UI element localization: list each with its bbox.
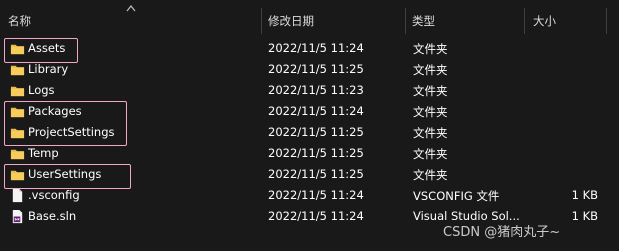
column-header-name[interactable]: 名称	[8, 13, 31, 29]
list-item[interactable]: Logs 2022/11/5 11:23 文件夹	[0, 80, 619, 101]
column-header: 名称 修改日期 类型 大小	[0, 0, 619, 34]
file-date: 2022/11/5 11:24	[268, 209, 364, 223]
file-icon	[12, 188, 23, 203]
file-name: Base.sln	[28, 209, 77, 223]
watermark: CSDN @猪肉丸子~	[443, 225, 561, 240]
file-type: 文件夹	[413, 42, 448, 56]
file-type: 文件夹	[413, 84, 448, 98]
file-name: Temp	[28, 146, 59, 160]
column-divider[interactable]	[405, 8, 406, 34]
folder-icon	[10, 149, 25, 160]
file-date: 2022/11/5 11:25	[268, 167, 364, 181]
file-date: 2022/11/5 11:25	[268, 62, 364, 76]
column-header-type[interactable]: 类型	[412, 13, 435, 29]
sln-file-icon	[12, 209, 23, 224]
column-header-modified[interactable]: 修改日期	[268, 13, 314, 29]
list-item[interactable]: Assets 2022/11/5 11:24 文件夹	[0, 38, 619, 59]
column-divider[interactable]	[606, 8, 607, 34]
highlight-box-usersettings	[4, 164, 131, 189]
file-type: 文件夹	[413, 63, 448, 77]
file-type: 文件夹	[413, 147, 448, 161]
column-divider[interactable]	[261, 8, 262, 34]
highlight-box-assets	[4, 38, 78, 63]
file-date: 2022/11/5 11:24	[268, 41, 364, 55]
file-date: 2022/11/5 11:25	[268, 146, 364, 160]
folder-icon	[10, 86, 25, 97]
column-header-size[interactable]: 大小	[533, 13, 556, 29]
column-divider[interactable]	[524, 8, 525, 34]
file-name: Library	[28, 62, 69, 76]
file-name: Logs	[28, 83, 55, 97]
file-name: .vsconfig	[28, 188, 80, 202]
file-size: 1 KB	[571, 209, 598, 223]
file-type: 文件夹	[413, 168, 448, 182]
file-size: 1 KB	[571, 188, 598, 202]
file-date: 2022/11/5 11:23	[268, 83, 364, 97]
list-item[interactable]: Temp 2022/11/5 11:25 文件夹	[0, 143, 619, 164]
sort-ascending-icon	[126, 5, 136, 12]
file-date: 2022/11/5 11:24	[268, 104, 364, 118]
file-type: 文件夹	[413, 126, 448, 140]
file-type: 文件夹	[413, 105, 448, 119]
file-type: VSCONFIG 文件	[413, 189, 500, 203]
file-date: 2022/11/5 11:24	[268, 188, 364, 202]
file-date: 2022/11/5 11:25	[268, 125, 364, 139]
highlight-box-packages-projectsettings	[4, 101, 127, 146]
folder-icon	[10, 65, 25, 76]
list-item[interactable]: Library 2022/11/5 11:25 文件夹	[0, 59, 619, 80]
